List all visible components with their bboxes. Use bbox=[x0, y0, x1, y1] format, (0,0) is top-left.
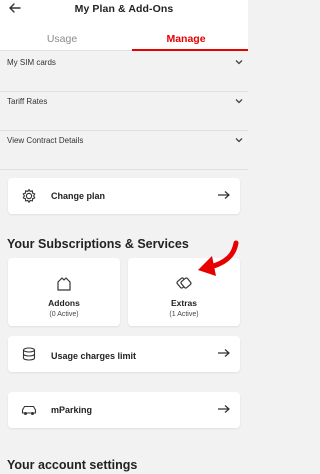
gear-icon bbox=[22, 188, 36, 203]
addons-status: (0 Active) bbox=[49, 311, 79, 318]
car-icon bbox=[21, 405, 37, 415]
change-plan-button[interactable]: Change plan bbox=[8, 178, 240, 214]
tab-bar: Usage Manage bbox=[0, 20, 248, 51]
active-tab-indicator bbox=[132, 49, 248, 51]
extras-title: Extras bbox=[171, 298, 197, 308]
accordion-label: View Contract Details bbox=[7, 136, 84, 145]
tab-usage[interactable]: Usage bbox=[0, 20, 124, 51]
addons-tile[interactable]: Addons (0 Active) bbox=[8, 258, 120, 326]
accordion-tariff-rates[interactable]: Tariff Rates bbox=[0, 95, 248, 131]
arrow-right-icon bbox=[218, 349, 230, 357]
subscriptions-heading: Your Subscriptions & Services bbox=[7, 237, 189, 251]
usage-charges-limit-label: Usage charges limit bbox=[51, 351, 137, 361]
accordion-label: Tariff Rates bbox=[7, 97, 48, 106]
chevron-down-icon bbox=[235, 99, 243, 104]
accordion-my-sim-cards[interactable]: My SIM cards bbox=[0, 56, 248, 92]
extras-status: (1 Active) bbox=[169, 311, 199, 318]
chevron-down-icon bbox=[235, 138, 243, 143]
red-pointer-arrow-icon bbox=[198, 240, 239, 276]
arrow-right-icon bbox=[218, 191, 230, 199]
tab-manage[interactable]: Manage bbox=[124, 20, 248, 51]
accordion-view-contract-details[interactable]: View Contract Details bbox=[0, 134, 248, 170]
account-settings-heading: Your account settings bbox=[7, 458, 138, 472]
usage-charges-limit-button[interactable]: Usage charges limit bbox=[8, 336, 240, 372]
coins-icon bbox=[22, 347, 36, 361]
addons-title: Addons bbox=[48, 298, 80, 308]
page-title: My Plan & Add-Ons bbox=[74, 3, 174, 15]
mparking-button[interactable]: mParking bbox=[8, 392, 240, 428]
arrow-right-icon bbox=[218, 405, 230, 413]
mparking-label: mParking bbox=[51, 405, 93, 415]
change-plan-label: Change plan bbox=[51, 191, 106, 201]
house-icon bbox=[57, 277, 71, 291]
app-header: My Plan & Add-Ons bbox=[0, 0, 248, 20]
accordion-label: My SIM cards bbox=[7, 58, 56, 67]
chevron-down-icon bbox=[235, 60, 243, 65]
